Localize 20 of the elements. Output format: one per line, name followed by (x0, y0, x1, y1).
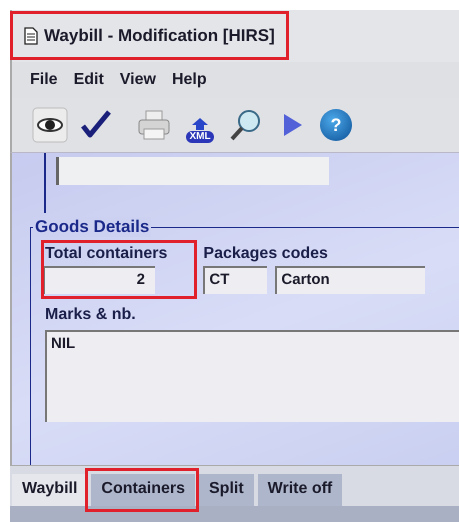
menu-item[interactable]: View (120, 71, 156, 89)
eye-icon[interactable] (32, 107, 68, 143)
menu-item[interactable]: Edit (74, 71, 104, 89)
package-code-field[interactable]: CT (203, 266, 268, 294)
text-field[interactable] (56, 157, 329, 185)
marks-field[interactable]: NIL (45, 330, 459, 422)
menu-item[interactable]: File (30, 71, 58, 89)
field-label: Packages codes (203, 245, 329, 263)
group-title: Goods Details (33, 217, 152, 237)
field-label: Total containers (45, 245, 168, 263)
menu-item[interactable]: Help (172, 71, 207, 89)
field-label: Marks & nb. (45, 306, 137, 324)
window-title: Waybill - Modification [HIRS] (44, 26, 275, 46)
tab[interactable]: Waybill (12, 474, 88, 506)
document-icon (24, 27, 38, 45)
package-name-field[interactable]: Carton (275, 266, 426, 294)
tab[interactable]: Write off (258, 474, 342, 506)
tab[interactable]: Split (199, 474, 254, 506)
tab[interactable]: Containers (91, 474, 195, 506)
total-containers-field[interactable]: 2 (43, 266, 155, 294)
